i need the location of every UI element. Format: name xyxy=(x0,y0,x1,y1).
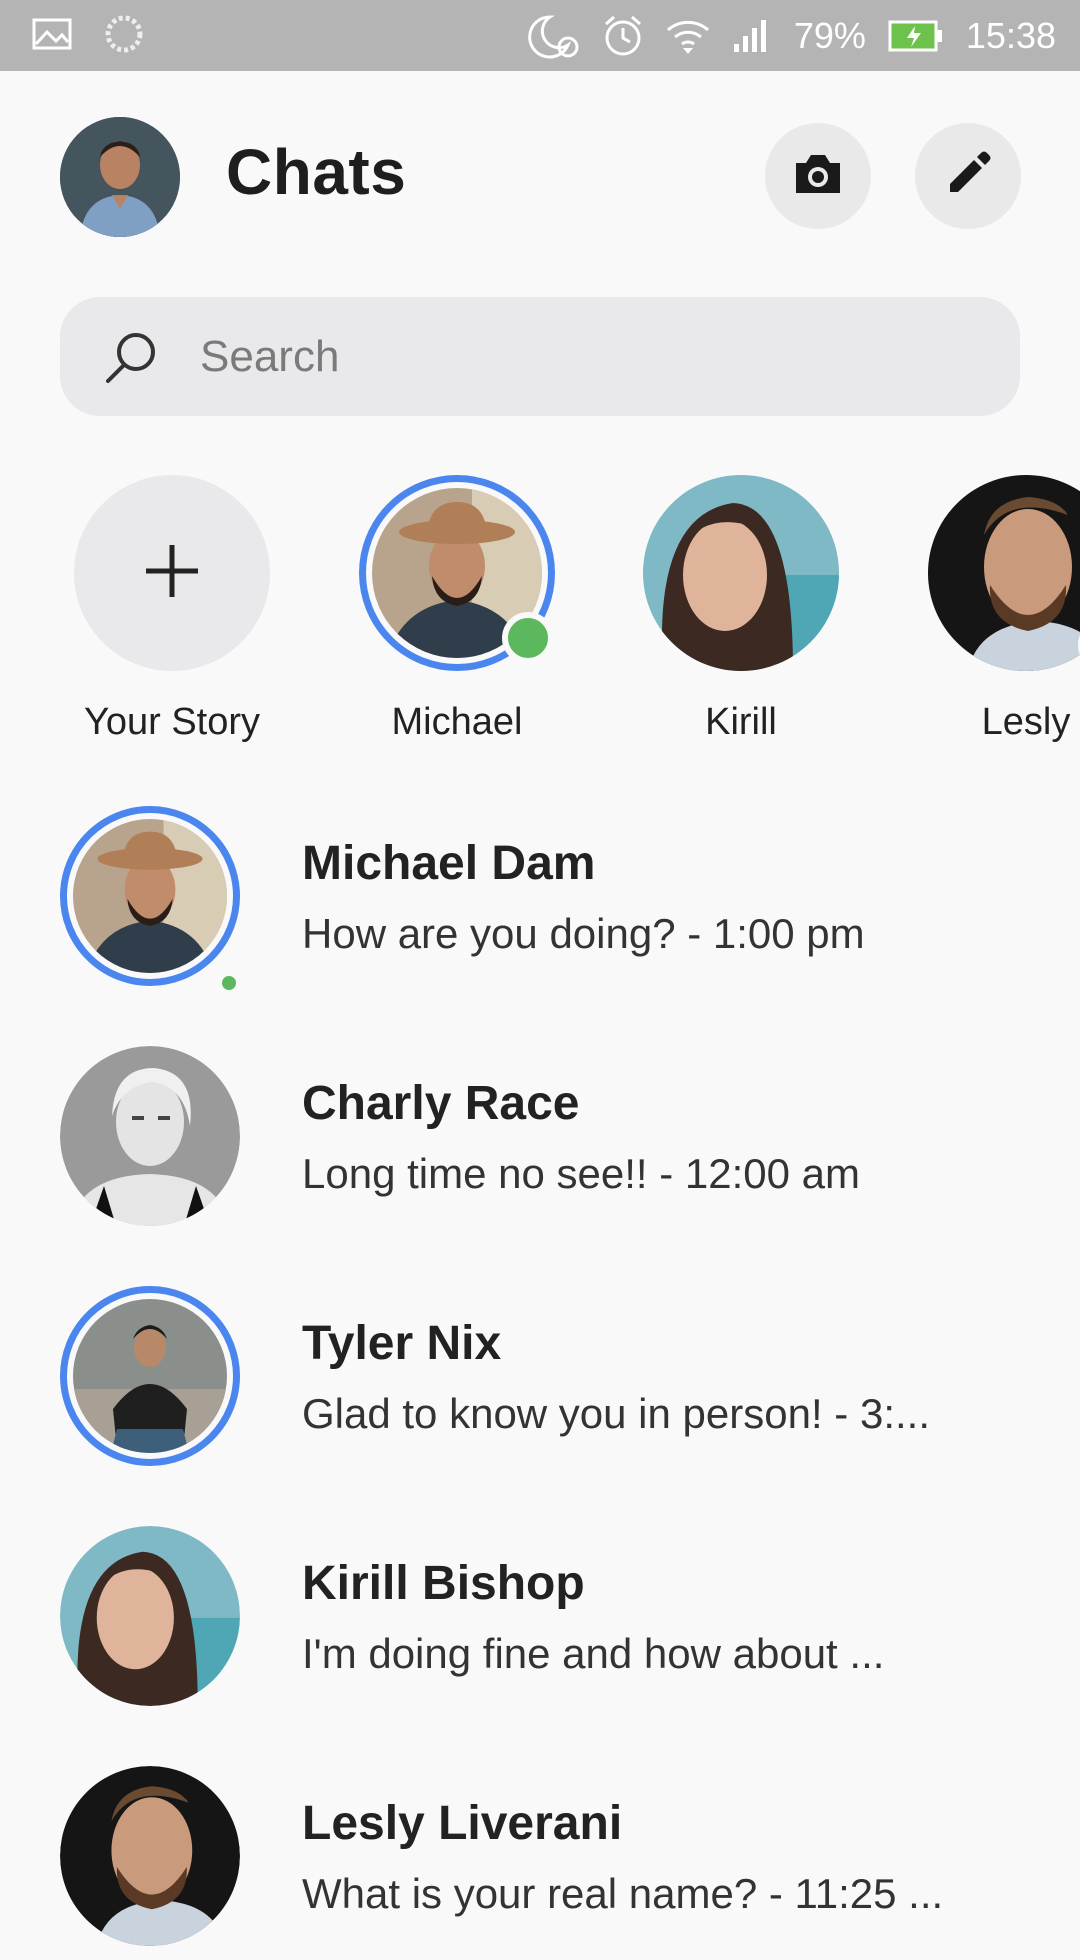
chat-name: Michael Dam xyxy=(302,837,596,890)
chat-last-message: What is your real name? - 11:25 ... xyxy=(302,1870,944,1917)
status-bar: 79% 15:38 xyxy=(0,0,1080,71)
story-name: Lesly xyxy=(981,701,1071,743)
story-michael[interactable]: Michael xyxy=(327,475,587,744)
header: Chats xyxy=(0,71,1080,281)
chat-row[interactable]: Lesly Liverani What is your real name? -… xyxy=(0,1760,1080,1960)
new-message-button[interactable] xyxy=(915,123,1021,229)
chat-avatar-image xyxy=(60,1526,240,1706)
chat-last-message: How are you doing? - 1:00 pm xyxy=(302,910,865,957)
search-input[interactable] xyxy=(198,330,902,383)
chat-avatar xyxy=(60,1286,240,1466)
story-name: Kirill xyxy=(705,701,777,743)
battery-percent: 79% xyxy=(793,14,866,56)
profile-avatar[interactable] xyxy=(60,117,180,237)
chat-name: Tyler Nix xyxy=(302,1317,502,1370)
chat-avatar-image xyxy=(60,1766,240,1946)
chat-name: Kirill Bishop xyxy=(302,1557,585,1610)
pencil-icon xyxy=(944,150,992,203)
chat-avatar xyxy=(60,1526,240,1706)
story-lesly[interactable]: Lesly xyxy=(896,475,1080,744)
chat-name: Charly Race xyxy=(302,1077,580,1130)
chat-row[interactable]: Kirill Bishop I'm doing fine and how abo… xyxy=(0,1520,1080,1720)
clock: 15:38 xyxy=(965,14,1056,56)
chat-avatar xyxy=(60,806,240,986)
chat-row[interactable]: Charly Race Long time no see!! - 12:00 a… xyxy=(0,1040,1080,1240)
moon-alarm-icon xyxy=(528,13,580,59)
camera-button[interactable] xyxy=(765,123,871,229)
story-name: Your Story xyxy=(83,701,261,743)
search-icon xyxy=(102,327,162,387)
story-ring xyxy=(928,475,1080,671)
story-kirill[interactable]: Kirill xyxy=(611,475,871,744)
chat-avatar-image xyxy=(73,1299,227,1453)
story-ring xyxy=(643,475,839,671)
chat-row[interactable]: Michael Dam How are you doing? - 1:00 pm xyxy=(0,800,1080,1000)
story-name: Michael xyxy=(391,701,523,743)
online-indicator xyxy=(222,976,236,990)
chat-last-message: Long time no see!! - 12:00 am xyxy=(302,1150,860,1197)
chat-name: Lesly Liverani xyxy=(302,1797,623,1850)
chat-avatar xyxy=(60,1046,240,1226)
chat-avatar-image xyxy=(60,1046,240,1226)
chat-avatar-image xyxy=(73,819,227,973)
online-indicator xyxy=(502,612,554,664)
stories-row: Your Story Michael Kirill Lesly xyxy=(0,475,1080,755)
story-avatar xyxy=(928,475,1080,671)
battery-icon xyxy=(888,20,944,52)
story-your-story[interactable]: Your Story xyxy=(42,475,302,744)
chat-last-message: I'm doing fine and how about ... xyxy=(302,1630,885,1677)
story-ring xyxy=(359,475,555,671)
page-title: Chats xyxy=(226,136,407,208)
camera-icon xyxy=(792,151,844,202)
wifi-icon xyxy=(666,16,710,56)
chat-last-message: Glad to know you in person! - 3:... xyxy=(302,1390,930,1437)
add-story-button[interactable] xyxy=(74,475,270,671)
plus-icon xyxy=(142,541,202,606)
search-bar[interactable] xyxy=(60,297,1020,416)
story-avatar xyxy=(643,475,839,671)
chat-row[interactable]: Tyler Nix Glad to know you in person! - … xyxy=(0,1280,1080,1480)
gallery-icon xyxy=(32,18,72,50)
signal-icon xyxy=(732,18,772,54)
loading-icon xyxy=(104,14,144,54)
chat-avatar xyxy=(60,1766,240,1946)
alarm-icon xyxy=(602,14,644,58)
